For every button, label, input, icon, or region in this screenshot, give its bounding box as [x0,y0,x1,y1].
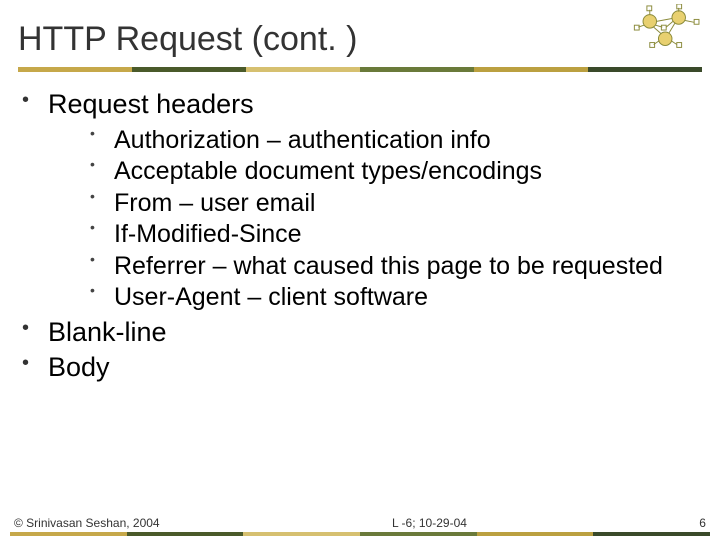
list-item-label: Request headers [48,89,254,119]
slide-footer: © Srinivasan Seshan, 2004 L -6; 10-29-04… [0,516,720,536]
title-underline [18,67,702,72]
list-item: Authorization – authentication info [86,125,712,157]
list-item: Blank-line [8,316,712,349]
footer-underline [10,532,710,536]
list-item: Body [8,351,712,384]
list-item: If-Modified-Since [86,219,712,251]
list-item: Referrer – what caused this page to be r… [86,251,712,283]
list-item: Request headers Authorization – authenti… [8,88,712,314]
list-item: From – user email [86,188,712,220]
slide-title: HTTP Request (cont. ) [18,20,702,59]
slide-body: Request headers Authorization – authenti… [0,80,720,384]
list-item: User-Agent – client software [86,282,712,314]
list-item: Acceptable document types/encodings [86,156,712,188]
decorative-network-icon [632,4,710,58]
footer-page-number: 6 [699,516,706,530]
footer-lecture-info: L -6; 10-29-04 [392,516,467,530]
footer-copyright: © Srinivasan Seshan, 2004 [14,516,160,530]
